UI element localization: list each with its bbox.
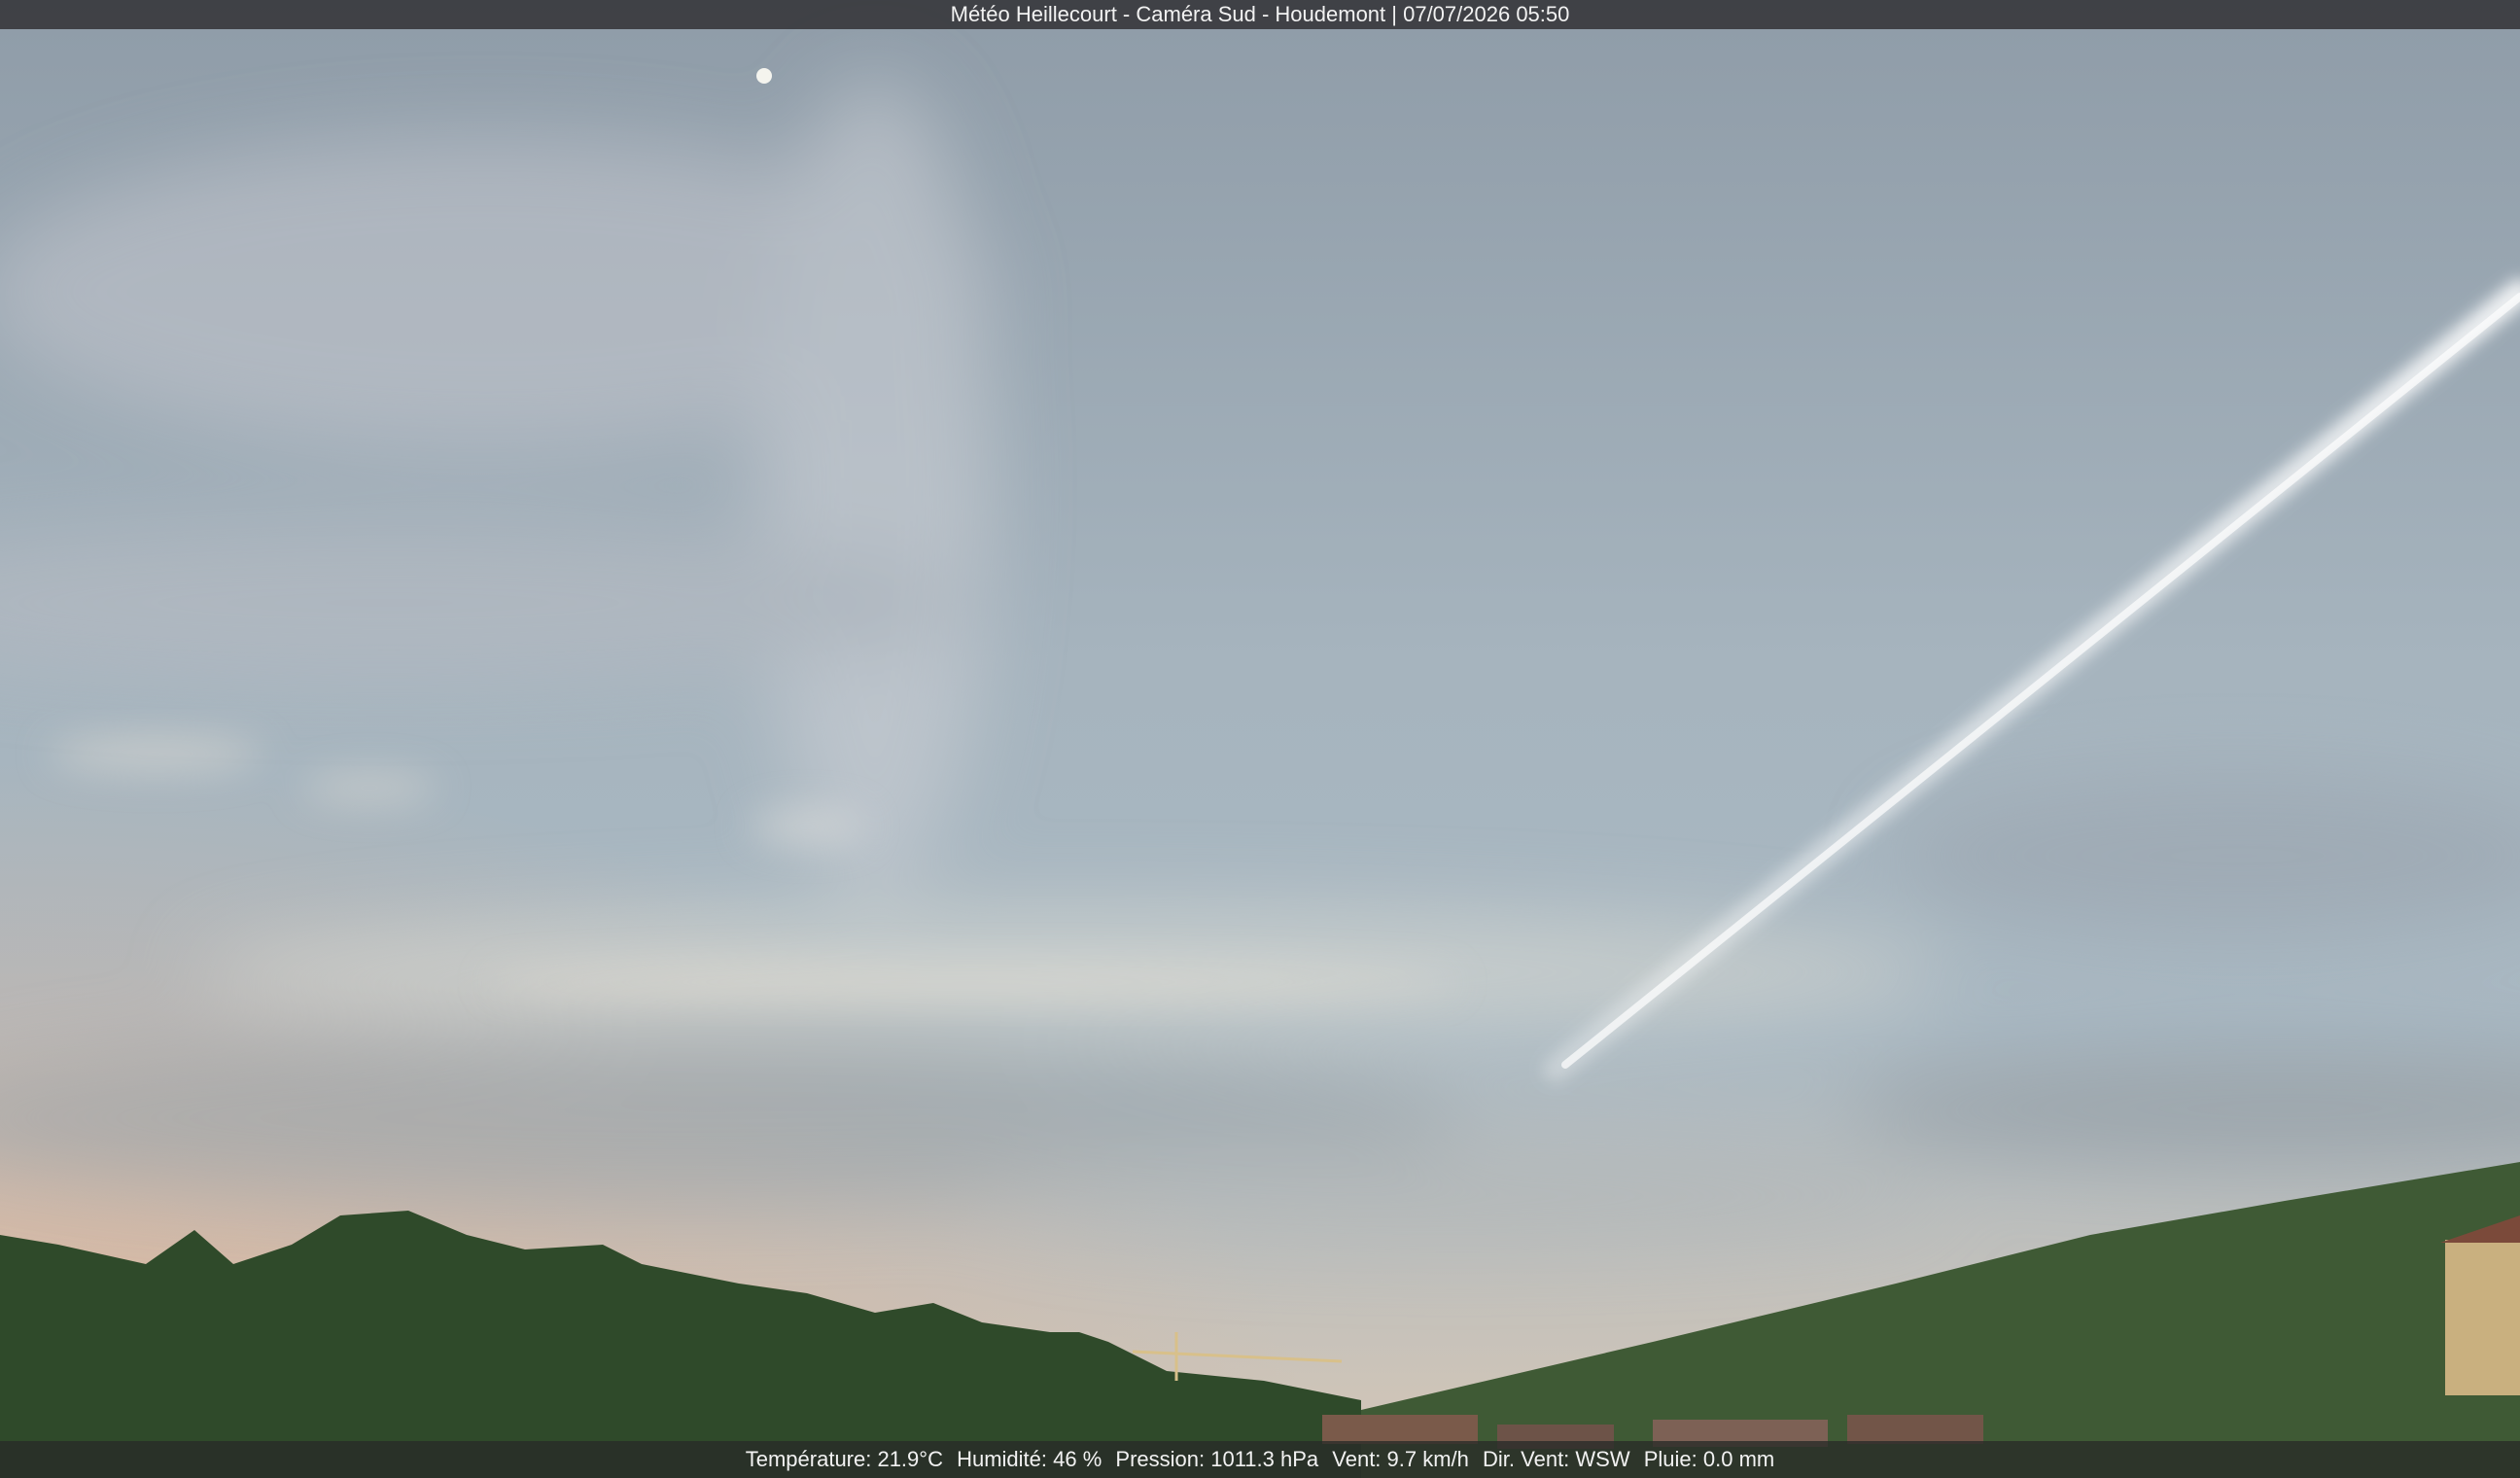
sky-landscape-photo — [0, 0, 2520, 1478]
wind-direction-reading: Dir. Vent: WSW — [1483, 1447, 1630, 1471]
weather-info-bar: Température: 21.9°C Humidité: 46 % Press… — [0, 1441, 2520, 1478]
moon — [756, 68, 772, 84]
wind-speed-reading: Vent: 9.7 km/h — [1332, 1447, 1469, 1471]
rain-reading: Pluie: 0.0 mm — [1643, 1447, 1775, 1471]
pressure-reading: Pression: 1011.3 hPa — [1115, 1447, 1319, 1471]
temperature-reading: Température: 21.9°C — [745, 1447, 943, 1471]
humidity-reading: Humidité: 46 % — [957, 1447, 1102, 1471]
camera-title-bar: Météo Heillecourt - Caméra Sud - Houdemo… — [0, 0, 2520, 29]
camera-title: Météo Heillecourt - Caméra Sud - Houdemo… — [950, 2, 1570, 26]
webcam-view: Météo Heillecourt - Caméra Sud - Houdemo… — [0, 0, 2520, 1478]
